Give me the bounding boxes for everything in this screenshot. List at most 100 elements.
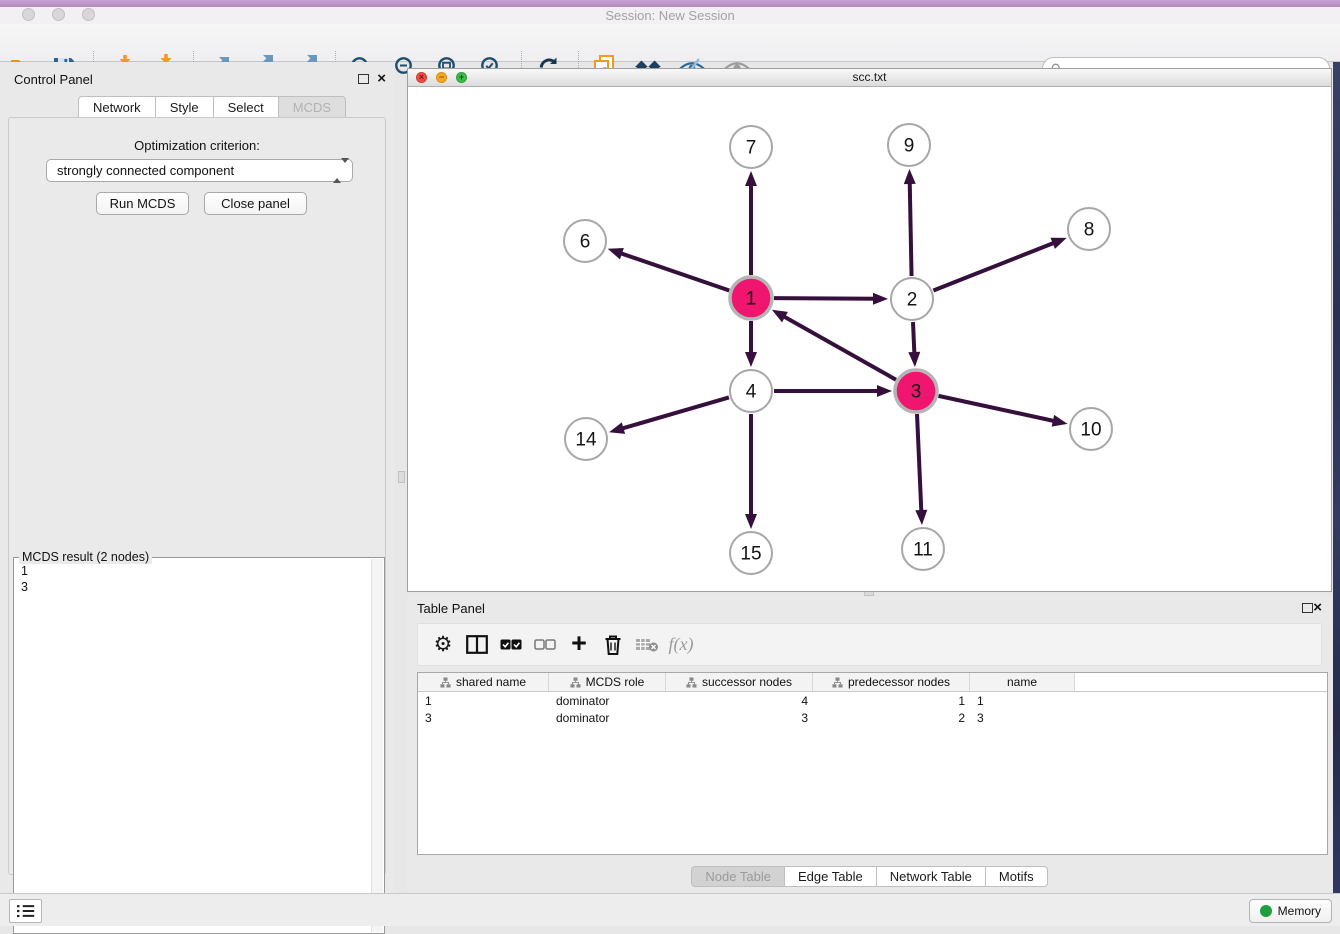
function-builder-icon[interactable]: f(x) [664,630,698,660]
float-panel-icon[interactable] [358,74,369,84]
close-panel-icon[interactable] [377,74,386,84]
tab-mcds[interactable]: MCDS [278,96,346,118]
graph-node-8[interactable]: 8 [1068,208,1110,250]
node-table: shared name MCDS role successor nodesprede… [417,672,1328,855]
graph-edge-4-3[interactable] [774,385,892,397]
table-cell[interactable]: 3 [666,709,813,726]
table-row[interactable]: 1dominator411 [418,692,1327,709]
graph-node-4[interactable]: 4 [730,370,772,412]
tab-select[interactable]: Select [213,96,279,118]
sort-tree-icon [832,677,843,688]
table-panel: Table Panel f(x) shared name MCDS role suc… [407,597,1332,890]
list-icon [16,902,36,920]
table-header-row: shared name MCDS role successor nodesprede… [418,673,1327,692]
float-table-panel-icon[interactable] [1302,603,1313,613]
add-column-icon[interactable] [562,630,596,660]
result-scrollbar[interactable] [371,559,383,932]
graph-node-1[interactable]: 1 [730,277,772,319]
graph-edge-1-2[interactable] [774,293,888,305]
delete-column-icon[interactable] [596,630,630,660]
network-canvas-svg: 1 2 3 4 6 7 8 9 10 11 14 15 [408,87,1331,591]
table-cell[interactable]: 1 [970,692,1075,709]
splitter-grip-vertical[interactable] [398,471,405,483]
select-all-icon[interactable] [494,630,528,660]
graph-edge-4-14[interactable] [609,397,729,433]
tab-motifs[interactable]: Motifs [985,866,1048,887]
svg-text:6: 6 [580,232,591,253]
status-bar: Memory [0,893,1340,926]
column-header-predecessor-nodes[interactable]: predecessor nodes [813,673,970,691]
control-panel: Control Panel NetworkStyleSelectMCDS Opt… [0,62,395,893]
control-panel-tabs: NetworkStyleSelectMCDS [78,96,346,118]
graph-node-9[interactable]: 9 [888,124,930,166]
graph-edge-1-4[interactable] [745,321,757,367]
minimize-window-icon[interactable] [52,8,65,21]
column-header-shared-name[interactable]: shared name [418,673,549,691]
tab-network[interactable]: Network [78,96,156,118]
table-cell[interactable]: 1 [418,692,549,709]
svg-text:15: 15 [740,544,761,565]
graph-node-14[interactable]: 14 [565,418,607,460]
desktop-menubar-stripe [0,0,1340,7]
network-window-title: scc.txt [408,69,1331,87]
column-header-label: name [1007,675,1037,689]
deselect-all-icon[interactable] [528,630,562,660]
table-panel-title: Table Panel [417,601,485,616]
delete-table-icon[interactable] [630,630,664,660]
table-cell[interactable]: dominator [549,692,666,709]
column-header-name[interactable]: name [970,673,1075,691]
svg-text:1: 1 [746,289,757,310]
graph-edge-3-11[interactable] [915,414,927,525]
svg-text:10: 10 [1080,420,1101,441]
graph-edge-1-6[interactable] [608,248,730,291]
show-columns-icon[interactable] [460,630,494,660]
table-cell[interactable]: 3 [970,709,1075,726]
desktop-wallpaper-strip [1333,62,1340,893]
column-header-MCDS-role[interactable]: MCDS role [549,673,666,691]
svg-text:7: 7 [746,138,757,159]
close-panel-button[interactable]: Close panel [204,192,307,215]
run-mcds-button[interactable]: Run MCDS [96,192,189,215]
tab-style[interactable]: Style [155,96,214,118]
network-window-titlebar[interactable]: scc.txt [408,69,1331,87]
graph-node-15[interactable]: 15 [730,532,772,574]
tab-node-table[interactable]: Node Table [691,866,785,887]
graph-node-2[interactable]: 2 [891,278,933,320]
graph-edge-2-8[interactable] [933,238,1066,291]
table-row[interactable]: 3dominator323 [418,709,1327,726]
close-window-icon[interactable] [22,8,35,21]
sort-tree-icon [570,677,581,688]
graph-node-11[interactable]: 11 [902,528,944,570]
session-title: Session: New Session [0,8,1340,23]
mcds-result-text[interactable]: 13 [21,563,28,595]
optimization-criterion-dropdown[interactable]: strongly connected component [46,159,353,182]
graph-edge-3-10[interactable] [938,396,1067,427]
memory-button[interactable]: Memory [1249,899,1332,923]
graph-edge-3-1[interactable] [772,310,896,380]
graph-node-10[interactable]: 10 [1070,408,1112,450]
table-cell[interactable]: 1 [813,692,970,709]
mcds-result-box: MCDS result (2 nodes) 13 [13,557,385,934]
tab-network-table[interactable]: Network Table [876,866,986,887]
column-header-successor-nodes[interactable]: successor nodes [666,673,813,691]
window-titlebar: Session: New Session [0,7,1340,24]
task-history-button[interactable] [9,899,42,923]
table-cell[interactable]: 4 [666,692,813,709]
maximize-window-icon[interactable] [82,8,95,21]
table-cell[interactable]: 2 [813,709,970,726]
close-table-panel-icon[interactable] [1313,603,1322,613]
graph-node-7[interactable]: 7 [730,126,772,168]
graph-edge-2-9[interactable] [904,169,916,276]
table-cell[interactable]: 3 [418,709,549,726]
graph-node-3[interactable]: 3 [895,370,937,412]
tab-edge-table[interactable]: Edge Table [784,866,877,887]
graph-node-6[interactable]: 6 [564,220,606,262]
graph-edge-4-15[interactable] [745,414,757,529]
svg-text:9: 9 [904,136,915,157]
table-settings-icon[interactable] [426,630,460,660]
column-header-label: MCDS role [586,675,645,689]
graph-edge-1-7[interactable] [745,171,757,275]
graph-edge-2-3[interactable] [908,322,920,367]
table-cell[interactable]: dominator [549,709,666,726]
network-canvas[interactable]: 1 2 3 4 6 7 8 9 10 11 14 15 [408,87,1331,591]
